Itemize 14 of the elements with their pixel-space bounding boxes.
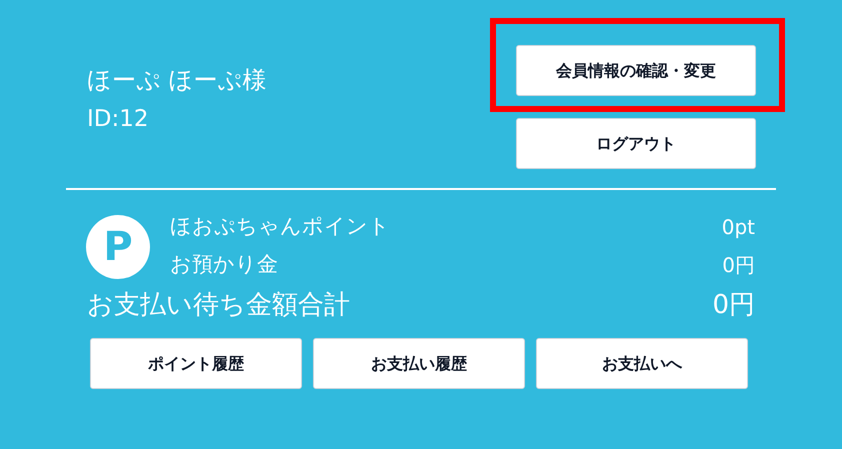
point-icon: P [86,215,150,279]
account-button[interactable]: ログアウト [516,118,756,169]
action-button[interactable]: お支払い履歴 [313,338,525,389]
total-value: 0円 [712,289,755,322]
balance-value: 0円 [722,252,755,279]
account-button[interactable]: 会員情報の確認・変更 [516,45,756,96]
action-button[interactable]: お支払いへ [536,338,748,389]
total-label: お支払い待ち金額合計 [87,289,350,322]
balance-label: ほおぷちゃんポイント [170,213,390,240]
action-button[interactable]: ポイント履歴 [90,338,302,389]
balance-value: 0pt [722,214,755,241]
member-name: ほーぷ ほーぷ様 [87,65,267,96]
balance-label: お預かり金 [170,251,278,278]
member-id: ID:12 [87,105,150,134]
